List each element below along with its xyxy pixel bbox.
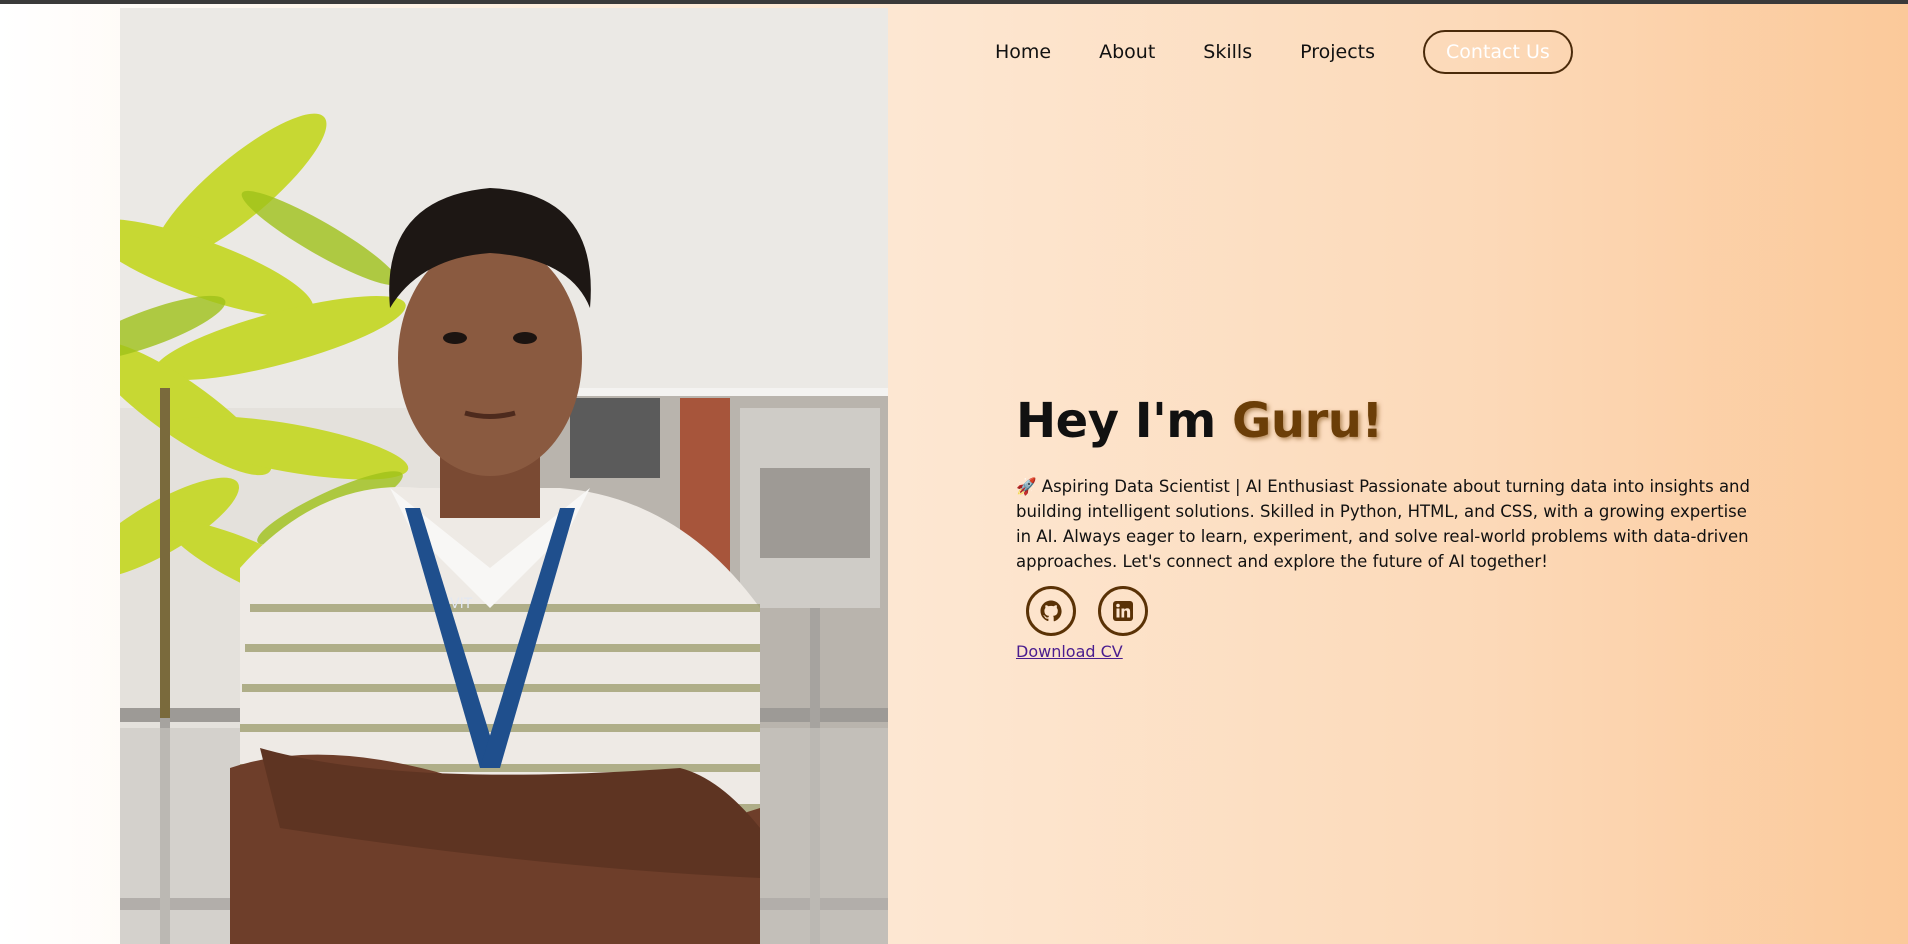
linkedin-link[interactable]	[1098, 586, 1148, 636]
contact-us-button[interactable]: Contact Us	[1423, 30, 1573, 74]
nav-home[interactable]: Home	[995, 41, 1051, 63]
github-icon	[1040, 600, 1062, 622]
github-link[interactable]	[1026, 586, 1076, 636]
main-nav: Home About Skills Projects Contact Us	[970, 30, 1573, 74]
linkedin-icon	[1113, 601, 1133, 621]
hero-heading: Hey I'm Guru!	[1016, 388, 1756, 454]
nav-skills[interactable]: Skills	[1203, 41, 1252, 63]
rocket-icon: 🚀	[1016, 477, 1037, 496]
hero-description: 🚀 Aspiring Data Scientist | AI Enthusias…	[1016, 474, 1756, 574]
hero-section: Hey I'm Guru! 🚀 Aspiring Data Scientist …	[1016, 388, 1756, 661]
top-bar	[0, 0, 1908, 4]
lanyard-label: VIT	[450, 596, 473, 612]
social-links	[1026, 586, 1756, 636]
nav-projects[interactable]: Projects	[1300, 41, 1375, 63]
hero-description-text: Aspiring Data Scientist | AI Enthusiast …	[1016, 477, 1750, 571]
profile-photo-illustration: VIT	[120, 8, 888, 944]
hero-name: Guru!	[1232, 393, 1383, 449]
download-cv-link[interactable]: Download CV	[1016, 642, 1123, 661]
nav-about[interactable]: About	[1099, 41, 1155, 63]
profile-photo: VIT	[120, 8, 888, 944]
hero-greeting: Hey I'm	[1016, 393, 1233, 449]
